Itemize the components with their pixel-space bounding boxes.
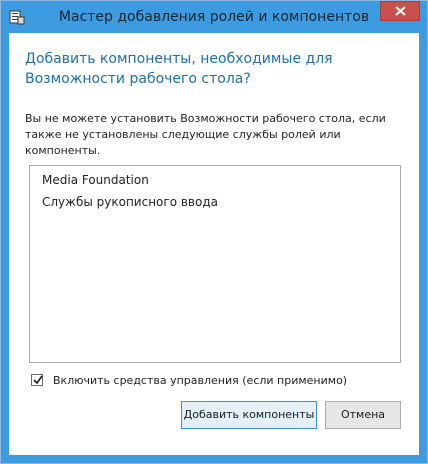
dialog-body: Добавить компоненты, необходимые для Воз… xyxy=(9,33,419,455)
add-features-button[interactable]: Добавить компоненты xyxy=(181,401,317,429)
title-bar[interactable]: Мастер добавления ролей и компонентов xyxy=(1,1,427,33)
window-title: Мастер добавления ролей и компонентов xyxy=(58,9,370,25)
list-item: Службы рукописного ввода xyxy=(42,195,218,209)
dialog-heading: Добавить компоненты, необходимые для Воз… xyxy=(25,51,333,87)
dialog-message: Вы не можете установить Возможности рабо… xyxy=(25,112,386,157)
checkmark-icon xyxy=(33,375,43,385)
cancel-button[interactable]: Отмена xyxy=(325,401,401,429)
close-button[interactable] xyxy=(380,1,420,21)
include-management-tools-checkbox[interactable] xyxy=(31,374,43,386)
include-management-tools-label: Включить средства управления (если приме… xyxy=(53,374,348,387)
required-features-list[interactable]: Media Foundation Службы рукописного ввод… xyxy=(29,165,401,363)
close-icon xyxy=(395,6,406,16)
server-manager-icon xyxy=(9,9,25,25)
dialog-window: Мастер добавления ролей и компонентов До… xyxy=(0,0,428,464)
list-item: Media Foundation xyxy=(42,173,149,187)
